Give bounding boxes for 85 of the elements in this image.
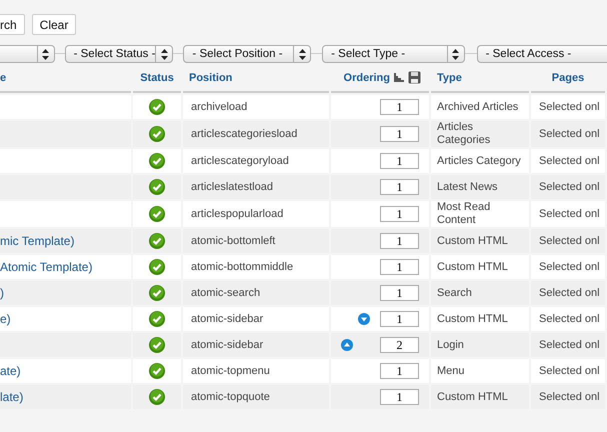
published-check-icon[interactable] [149, 126, 165, 142]
pages-text: Selected onl [539, 181, 600, 193]
type-text: Archived Articles [437, 100, 520, 114]
pages-text: Selected onl [539, 339, 600, 351]
published-check-icon[interactable] [149, 337, 165, 353]
module-title-link[interactable]: late) [0, 390, 24, 404]
order-input[interactable]: 1 [380, 153, 419, 169]
column-header[interactable]: Status [140, 72, 174, 84]
published-check-icon[interactable] [149, 285, 165, 301]
position-text: atomic-sidebar [191, 339, 264, 351]
column-header[interactable]: Type [437, 72, 462, 84]
sort-icon [393, 72, 405, 83]
published-check-icon[interactable] [149, 389, 165, 405]
order-input[interactable]: 1 [380, 126, 419, 142]
save-icon [408, 71, 421, 84]
module-title-link[interactable]: ate) [0, 364, 21, 378]
pages-text: Selected onl [539, 101, 600, 113]
column-header[interactable]: Ordering [344, 72, 390, 84]
published-check-icon[interactable] [149, 153, 165, 169]
order-input[interactable]: 1 [380, 233, 419, 249]
order-input[interactable]: 1 [380, 311, 419, 327]
position-text: atomic-bottommiddle [191, 261, 294, 273]
position-text: archiveload [191, 101, 248, 113]
pages-text: Selected onl [539, 287, 600, 299]
order-input[interactable]: 1 [380, 259, 419, 275]
published-check-icon[interactable] [149, 311, 165, 327]
type-text: Custom HTML [437, 390, 509, 404]
type-text: Most Read Content [437, 201, 492, 227]
pages-text: Selected onl [539, 261, 600, 273]
updown-arrow-icon [298, 48, 306, 60]
order-input[interactable]: 1 [380, 363, 419, 379]
type-text: Custom HTML [437, 312, 509, 326]
position-text: atomic-topmenu [191, 365, 270, 377]
published-check-icon[interactable] [149, 259, 165, 275]
column-header[interactable]: Position [189, 72, 232, 84]
clear-button[interactable]: Clear [32, 14, 76, 35]
published-check-icon[interactable] [149, 179, 165, 195]
updown-arrow-icon [452, 48, 460, 60]
type-text: Articles Category [437, 154, 522, 168]
updown-arrow-icon [160, 48, 168, 60]
column-header[interactable]: Pages [552, 72, 584, 84]
position-text: atomic-topquote [191, 391, 270, 403]
pages-text: Selected onl [539, 235, 600, 247]
column-header[interactable]: e [0, 72, 6, 84]
order-input[interactable]: 1 [380, 389, 419, 405]
type-text: Latest News [437, 180, 499, 194]
order-input[interactable]: 2 [380, 337, 419, 353]
pages-text: Selected onl [539, 128, 600, 140]
pages-text: Selected onl [539, 365, 600, 377]
module-title-link[interactable]: ) [0, 286, 4, 300]
position-text: articleslatestload [191, 181, 273, 193]
filter-select[interactable]: - Select Access - [476, 45, 607, 63]
order-input[interactable]: 1 [380, 285, 419, 301]
published-check-icon[interactable] [149, 233, 165, 249]
type-text: Login [437, 338, 465, 352]
move-up-icon[interactable] [340, 339, 353, 351]
position-text: articlescategoriesload [191, 128, 298, 140]
search-button[interactable]: rch [0, 14, 25, 35]
move-down-icon[interactable] [358, 313, 370, 325]
published-check-icon[interactable] [149, 363, 165, 379]
pages-text: Selected onl [539, 391, 600, 403]
type-text: Custom HTML [437, 234, 509, 248]
type-text: Menu [437, 364, 466, 378]
pages-text: Selected onl [539, 155, 600, 167]
order-input[interactable]: 1 [380, 99, 419, 115]
module-title-link[interactable]: e) [0, 312, 11, 326]
position-text: articlespopularload [191, 208, 284, 220]
position-text: atomic-bottomleft [191, 235, 276, 247]
updown-arrow-icon [42, 48, 50, 60]
filter-select[interactable]: - Select Position - [183, 45, 312, 63]
order-input[interactable]: 1 [380, 206, 419, 222]
type-text: Search [437, 286, 473, 300]
filter-select[interactable]: - Select Type - [322, 45, 465, 63]
position-text: atomic-search [191, 287, 260, 299]
filter-select[interactable] [0, 45, 55, 63]
order-input[interactable]: 1 [380, 179, 419, 195]
position-text: articlescategoryload [191, 155, 289, 167]
filter-select[interactable]: - Select Status - [64, 45, 174, 63]
type-text: Custom HTML [437, 260, 509, 274]
position-text: atomic-sidebar [191, 313, 264, 325]
pages-text: Selected onl [539, 313, 600, 325]
published-check-icon[interactable] [149, 206, 165, 222]
pages-text: Selected onl [539, 208, 600, 220]
type-text: Articles Categories [437, 121, 492, 147]
published-check-icon[interactable] [149, 99, 165, 115]
